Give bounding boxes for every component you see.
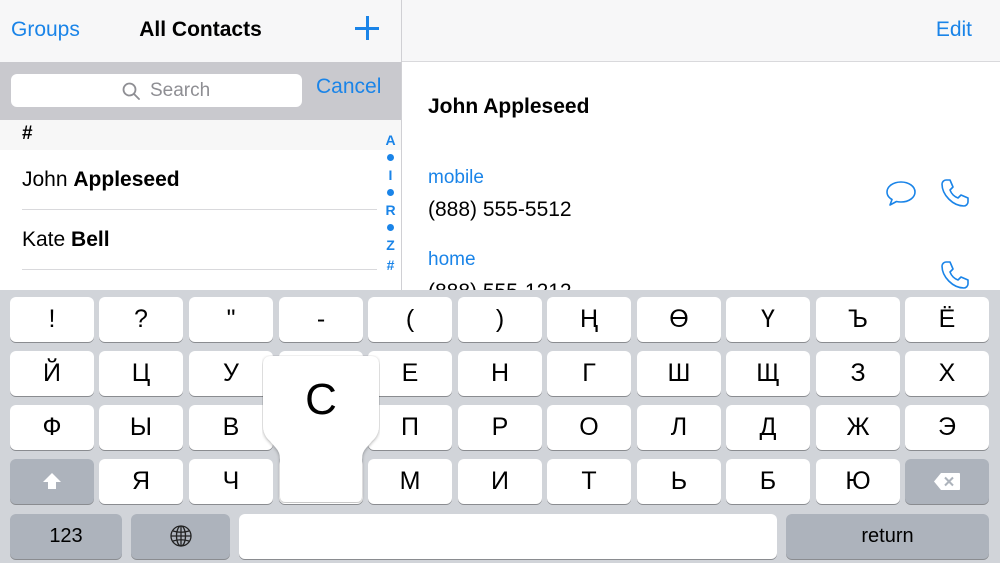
message-icon[interactable]	[884, 176, 918, 210]
contact-first-name: Kate	[22, 228, 66, 251]
key-letter[interactable]: П	[368, 405, 452, 450]
delete-icon	[934, 473, 960, 490]
key-letter[interactable]: Р	[458, 405, 542, 450]
key-letter[interactable]: Щ	[726, 351, 810, 396]
contact-last-name: Appleseed	[73, 168, 180, 191]
key-letter[interactable]: Ч	[189, 459, 273, 504]
key-letter[interactable]: Н	[458, 351, 542, 396]
contacts-list-pane: Groups All Contacts Search Cancel # John…	[0, 0, 401, 290]
key-preview-letter: С	[305, 375, 337, 424]
key-letter[interactable]: Ж	[816, 405, 900, 450]
key-letter[interactable]: Л	[637, 405, 721, 450]
key-close-paren[interactable]: )	[458, 297, 542, 342]
key-letter[interactable]: Э	[905, 405, 989, 450]
key-preview-popup: С	[262, 355, 380, 503]
contact-row-john-appleseed[interactable]: John Appleseed	[0, 150, 380, 210]
index-letter-a[interactable]: A	[380, 132, 401, 148]
delete-key[interactable]	[905, 459, 989, 504]
search-bar: Search Cancel	[0, 62, 401, 120]
shift-key[interactable]	[10, 459, 94, 504]
contact-detail-name: John Appleseed	[428, 95, 590, 118]
key-letter[interactable]: Ъ	[816, 297, 900, 342]
edit-button[interactable]: Edit	[936, 18, 972, 42]
key-question[interactable]: ?	[99, 297, 183, 342]
index-letter-z[interactable]: Z	[380, 237, 401, 253]
key-letter[interactable]: Ү	[726, 297, 810, 342]
key-letter[interactable]: И	[458, 459, 542, 504]
key-letter[interactable]: Б	[726, 459, 810, 504]
phone-value-mobile[interactable]: (888) 555-5512	[428, 198, 572, 222]
key-exclamation[interactable]: !	[10, 297, 94, 342]
key-letter[interactable]: Я	[99, 459, 183, 504]
index-dot	[387, 154, 394, 161]
return-key[interactable]: return	[786, 514, 989, 559]
key-letter[interactable]: В	[189, 405, 273, 450]
space-bar[interactable]	[239, 514, 777, 559]
key-letter[interactable]: З	[816, 351, 900, 396]
index-letter-hash[interactable]: #	[380, 257, 401, 273]
index-dot	[387, 224, 394, 231]
contact-name: Kate Bell	[22, 228, 110, 252]
contact-detail-pane: Edit John Appleseed mobile (888) 555-551…	[402, 0, 1000, 303]
onscreen-keyboard: ! ? " - ( ) Ң Ө Ү Ъ Ё Й Ц У К Е Н Г Ш Щ …	[0, 290, 1000, 563]
key-letter[interactable]: Ы	[99, 405, 183, 450]
page-title: All Contacts	[139, 18, 262, 41]
key-letter[interactable]: М	[368, 459, 452, 504]
key-letter[interactable]: У	[189, 351, 273, 396]
phone-icon[interactable]	[938, 258, 972, 292]
key-open-paren[interactable]: (	[368, 297, 452, 342]
section-header: #	[0, 120, 401, 150]
key-letter[interactable]: О	[547, 405, 631, 450]
contacts-app: Groups All Contacts Search Cancel # John…	[0, 0, 1000, 563]
key-letter[interactable]: Ю	[816, 459, 900, 504]
key-letter[interactable]: Ө	[637, 297, 721, 342]
contacts-nav-bar: Groups All Contacts	[0, 0, 401, 62]
contact-first-name: John	[22, 168, 68, 191]
numbers-key[interactable]: 123	[10, 514, 122, 559]
key-quote[interactable]: "	[189, 297, 273, 342]
key-letter[interactable]: Е	[368, 351, 452, 396]
key-letter[interactable]: Ц	[99, 351, 183, 396]
key-letter[interactable]: Ь	[637, 459, 721, 504]
search-placeholder: Search	[150, 80, 211, 101]
contact-name: John Appleseed	[22, 168, 180, 192]
key-letter[interactable]: Ё	[905, 297, 989, 342]
key-letter[interactable]: Ф	[10, 405, 94, 450]
key-letter[interactable]: Й	[10, 351, 94, 396]
search-input[interactable]: Search	[11, 74, 302, 107]
globe-icon	[170, 525, 192, 547]
index-letter-i[interactable]: I	[380, 167, 401, 183]
phone-label-home: home	[428, 249, 476, 270]
key-letter[interactable]: Ң	[547, 297, 631, 342]
globe-key[interactable]	[131, 514, 230, 559]
key-letter[interactable]: Г	[547, 351, 631, 396]
contact-row-kate-bell[interactable]: Kate Bell	[0, 210, 380, 270]
index-dot	[387, 189, 394, 196]
phone-label-mobile: mobile	[428, 167, 484, 188]
key-letter[interactable]: Х	[905, 351, 989, 396]
section-index-bar[interactable]: A I R Z #	[380, 130, 401, 290]
index-letter-r[interactable]: R	[380, 202, 401, 218]
magnifier-icon	[122, 82, 140, 100]
key-letter[interactable]: Д	[726, 405, 810, 450]
contact-row-partial	[0, 270, 380, 290]
contact-last-name: Bell	[71, 228, 110, 251]
cancel-button[interactable]: Cancel	[316, 75, 381, 99]
key-letter[interactable]: Ш	[637, 351, 721, 396]
phone-icon[interactable]	[938, 176, 972, 210]
key-letter[interactable]: Т	[547, 459, 631, 504]
detail-nav-bar: Edit	[402, 0, 1000, 62]
key-hyphen[interactable]: -	[279, 297, 363, 342]
shift-icon	[43, 473, 61, 489]
add-contact-button[interactable]	[352, 13, 382, 43]
section-header-label: #	[22, 123, 33, 144]
